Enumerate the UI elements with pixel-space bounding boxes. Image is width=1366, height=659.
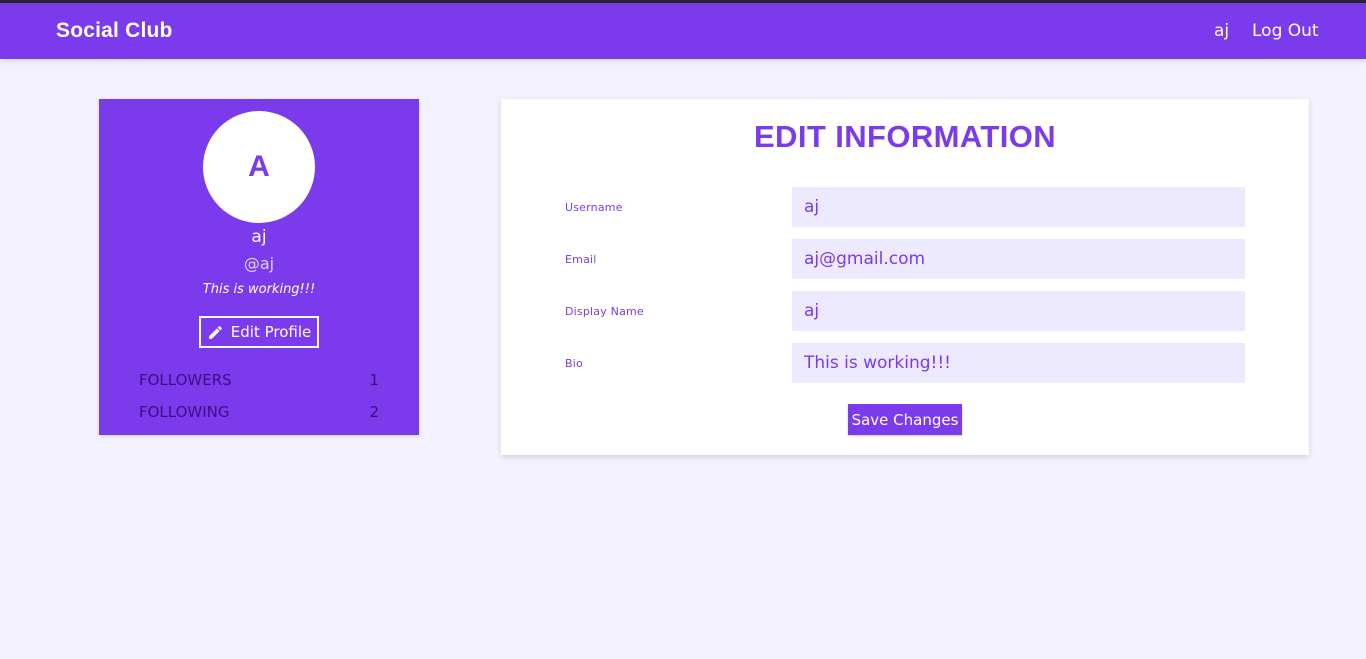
display-name-input[interactable] [792, 291, 1245, 331]
bio-row: Bio [501, 343, 1309, 383]
profile-bio: This is working!!! [202, 282, 316, 297]
display-name-row: Display Name [501, 291, 1309, 331]
edit-information-panel: EDIT INFORMATION Username Email Display … [501, 99, 1309, 455]
bio-input[interactable] [792, 343, 1245, 383]
display-name-label: Display Name [565, 305, 644, 318]
nav-user-link[interactable]: aj [1214, 21, 1229, 41]
profile-card: A aj @aj This is working!!! Edit Profile… [99, 99, 419, 435]
username-label: Username [565, 201, 623, 214]
pencil-icon [208, 325, 222, 339]
save-changes-button[interactable]: Save Changes [848, 404, 962, 435]
profile-handle: @aj [243, 254, 275, 273]
email-label: Email [565, 253, 597, 266]
profile-name: aj [251, 227, 267, 247]
username-row: Username [501, 187, 1309, 227]
brand-logo-link[interactable]: Social Club [56, 19, 173, 43]
avatar: A [203, 111, 315, 223]
logout-link[interactable]: Log Out [1252, 21, 1319, 41]
page-title: EDIT INFORMATION [753, 119, 1057, 154]
edit-profile-label: Edit Profile [230, 323, 312, 341]
followers-stat[interactable]: FOLLOWERS 1 [139, 369, 379, 391]
username-input[interactable] [792, 187, 1245, 227]
following-count: 2 [369, 403, 379, 421]
following-label: FOLLOWING [139, 403, 230, 421]
navbar: Social Club aj Log Out [0, 3, 1366, 59]
edit-profile-button[interactable]: Edit Profile [199, 316, 319, 348]
bio-label: Bio [565, 357, 583, 370]
email-input[interactable] [792, 239, 1245, 279]
avatar-initial: A [248, 150, 270, 183]
email-row: Email [501, 239, 1309, 279]
followers-count: 1 [369, 371, 379, 389]
following-stat[interactable]: FOLLOWING 2 [139, 401, 379, 423]
followers-label: FOLLOWERS [139, 371, 232, 389]
